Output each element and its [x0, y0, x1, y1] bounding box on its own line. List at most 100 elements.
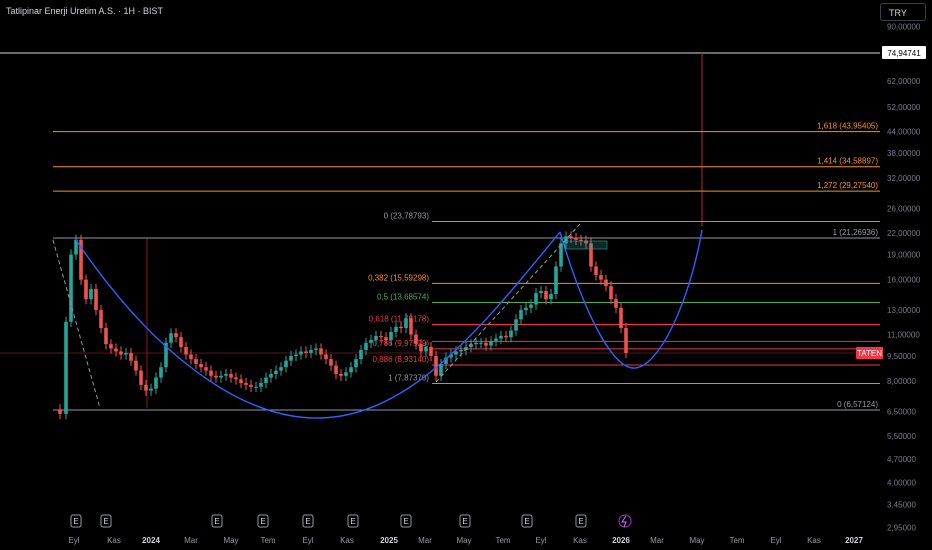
candle-body	[179, 337, 183, 348]
price-chart[interactable]: 90,00000 62,00000 52,00000 44,00000 38,00000…	[0, 0, 932, 550]
earnings-marker[interactable]: E	[302, 514, 314, 528]
fib-level-label: 1 (21,26936)	[833, 228, 879, 237]
candle-body	[104, 328, 108, 345]
earnings-marker-label: E	[462, 517, 467, 526]
earnings-marker[interactable]: E	[257, 514, 269, 528]
earnings-marker[interactable]: E	[400, 514, 412, 528]
candle-body	[594, 266, 598, 276]
candle-body	[214, 375, 218, 378]
candle-body	[304, 351, 308, 353]
y-tick-label: 44,00000	[887, 127, 921, 136]
candle-body	[99, 310, 103, 329]
y-tick-label: 38,00000	[887, 149, 921, 158]
earnings-marker[interactable]: E	[459, 514, 471, 528]
lightning-icon	[621, 515, 627, 528]
earnings-marker-label: E	[578, 517, 583, 526]
y-tick-label: 22,00000	[887, 229, 921, 238]
candle-body	[369, 339, 373, 343]
currency-selector[interactable]: TRY	[880, 3, 926, 21]
candle-body	[579, 239, 583, 241]
earnings-marker-label: E	[305, 517, 310, 526]
candle-body	[324, 354, 328, 360]
candle-body	[224, 374, 228, 376]
x-tick-label: Kas	[807, 536, 821, 545]
x-tick-label: Tem	[260, 536, 275, 545]
candle-body	[189, 354, 193, 360]
y-tick-label: 62,00000	[887, 77, 921, 86]
earnings-marker[interactable]: E	[211, 514, 223, 528]
y-tick-label: 4,00000	[887, 479, 916, 488]
candle-body	[314, 348, 318, 350]
cup-curve	[75, 231, 561, 419]
candle-body	[58, 409, 62, 414]
candle-body	[174, 333, 178, 338]
x-tick-label: 2027	[845, 536, 863, 545]
candle-body	[234, 377, 238, 380]
target-box	[564, 240, 608, 250]
candle-body	[624, 328, 628, 353]
candle-body	[474, 342, 478, 345]
candle-body	[239, 379, 243, 384]
candle-body	[269, 374, 273, 378]
earnings-marker-label: E	[103, 517, 108, 526]
candle-body	[334, 365, 338, 375]
earnings-marker[interactable]: E	[521, 514, 533, 528]
candle-body	[64, 321, 68, 414]
candle-body	[274, 370, 278, 375]
candle-body	[319, 348, 323, 355]
fib-level-label: 1,272 (29,27540)	[817, 181, 878, 190]
candle-body	[94, 289, 98, 311]
candle-body	[69, 254, 73, 322]
candle-body	[284, 360, 288, 368]
y-tick-label: 2,95000	[887, 523, 916, 532]
candle-body	[204, 367, 208, 371]
x-tick-label: Eyl	[535, 536, 546, 545]
candle-body	[549, 294, 553, 300]
candle-body	[129, 352, 133, 361]
fib-level-label: 0 (23,78793)	[384, 212, 430, 221]
candle-body	[569, 236, 573, 238]
candle-body	[149, 388, 153, 391]
candle-body	[479, 342, 483, 344]
earnings-marker-label: E	[73, 517, 78, 526]
earnings-marker[interactable]: E	[70, 514, 82, 528]
candle-body	[279, 367, 283, 371]
candle-body	[519, 310, 523, 320]
earnings-marker[interactable]: E	[575, 514, 587, 528]
earnings-marker-label: E	[214, 517, 219, 526]
earnings-marker[interactable]: E	[347, 514, 359, 528]
candle-body	[244, 383, 248, 385]
x-tick-label: Eyl	[68, 536, 79, 545]
candle-body	[394, 326, 398, 332]
y-tick-label: 19,00000	[887, 250, 921, 259]
candle-body	[84, 279, 88, 300]
y-tick-label: 6,50000	[887, 408, 916, 417]
candle-body	[459, 349, 463, 352]
candle-body	[409, 318, 413, 335]
fib-level-label: 0,382 (15,59298)	[368, 273, 429, 282]
candle-body	[494, 338, 498, 342]
earnings-marker[interactable]: E	[100, 514, 112, 528]
y-tick-label: 9,50000	[887, 352, 916, 361]
candle-body	[384, 337, 388, 340]
candle-body	[489, 341, 493, 346]
fib-level-label: 1,618 (43,95405)	[817, 122, 878, 131]
candle-body	[294, 354, 298, 356]
candle-body	[614, 299, 618, 308]
fib-level-label: 0,5 (13,68574)	[377, 293, 429, 302]
candle-body	[544, 291, 548, 300]
candle-body	[194, 359, 198, 364]
x-tick-label: Kas	[340, 536, 354, 545]
candle-body	[259, 383, 263, 387]
candle-body	[499, 335, 503, 339]
candle-body	[154, 377, 158, 389]
handle-curve	[559, 229, 703, 369]
y-tick-label: 8,00000	[887, 377, 916, 386]
candle-body	[134, 360, 138, 371]
chart-root: { "header": { "title": "Tatlipinar Enerj…	[0, 0, 932, 550]
x-tick-label: Kas	[573, 536, 587, 545]
candle-body	[414, 334, 418, 345]
candle-body	[264, 377, 268, 384]
candle-body	[339, 374, 343, 376]
y-tick-label: 16,00000	[887, 276, 921, 285]
